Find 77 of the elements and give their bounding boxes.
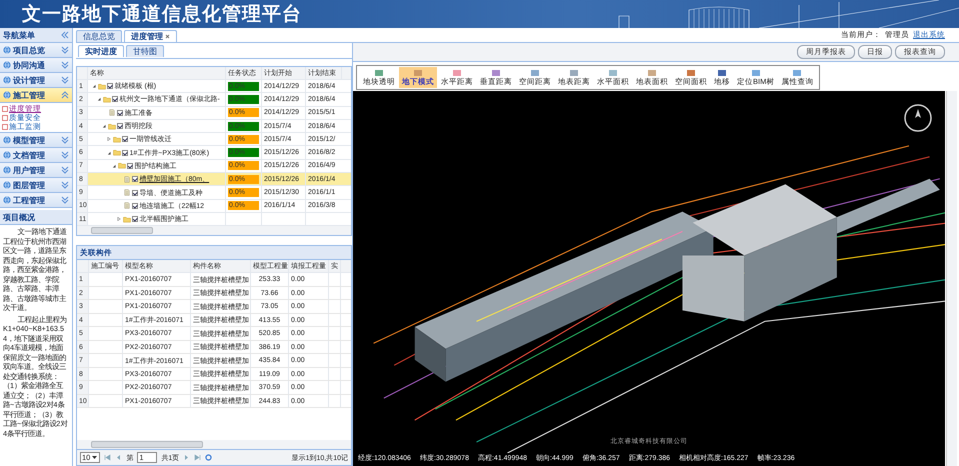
refresh-icon[interactable] <box>205 454 212 461</box>
nav-title: 导航菜单 <box>3 30 35 40</box>
globe-icon <box>3 136 11 144</box>
expand-icon[interactable] <box>61 151 69 159</box>
collapsed-triangle-icon[interactable] <box>117 217 121 222</box>
tab[interactable]: 信息总览 <box>76 30 122 42</box>
folder-icon <box>122 216 130 223</box>
globe-icon <box>3 76 11 84</box>
tool-icon <box>374 68 384 77</box>
checkbox[interactable] <box>122 136 128 142</box>
checkbox[interactable] <box>132 176 138 182</box>
checkbox[interactable] <box>132 216 138 222</box>
collapsed-triangle-icon[interactable] <box>107 137 111 142</box>
compass-icon[interactable] <box>903 103 933 133</box>
tool-icon <box>792 68 802 77</box>
horizontal-scrollbar[interactable] <box>77 440 351 449</box>
collapse-icon[interactable] <box>61 91 69 99</box>
nav-item[interactable]: 工程管理 <box>0 193 72 208</box>
expand-icon[interactable] <box>61 196 69 204</box>
expanded-triangle-icon[interactable] <box>107 150 111 155</box>
nav-item[interactable]: 项目总览 <box>0 43 72 58</box>
nav-item[interactable]: 用户管理 <box>0 163 72 178</box>
globe-icon <box>3 91 11 99</box>
nav-item[interactable]: 设计管理 <box>0 73 72 88</box>
tool-icon <box>647 68 657 77</box>
tool-icon <box>491 68 501 77</box>
nav-item[interactable]: 文档管理 <box>0 148 72 163</box>
nav-item[interactable]: 模型管理 <box>0 133 72 148</box>
expanded-triangle-icon[interactable] <box>112 164 116 168</box>
expand-icon[interactable] <box>61 76 69 84</box>
checkbox[interactable] <box>107 83 113 90</box>
document-icon <box>108 109 116 116</box>
tool-icon <box>413 68 423 77</box>
expand-icon[interactable] <box>61 136 69 144</box>
expand-icon[interactable] <box>61 61 69 69</box>
tool-icon <box>569 68 579 77</box>
tool-icon <box>452 68 462 77</box>
app-title: 文一路地下通道信息化管理平台 <box>21 2 302 27</box>
tool-icon <box>686 68 696 77</box>
expand-icon[interactable] <box>61 46 69 54</box>
checkbox[interactable] <box>127 162 133 169</box>
checkbox[interactable] <box>122 150 128 156</box>
expanded-triangle-icon[interactable] <box>92 84 96 88</box>
expand-icon[interactable] <box>61 166 69 174</box>
globe-icon <box>3 151 11 159</box>
globe-icon <box>3 196 11 204</box>
nav-item[interactable]: 协同沟通 <box>0 58 72 73</box>
tool-icon <box>750 68 761 77</box>
checkbox[interactable] <box>117 123 123 130</box>
nav-item[interactable]: 图层管理 <box>0 178 72 193</box>
horizontal-scrollbar[interactable] <box>77 226 351 236</box>
document-icon <box>122 176 130 183</box>
tab[interactable]: 实时进度 <box>78 45 124 57</box>
collapse-icon[interactable] <box>61 31 69 39</box>
close-icon[interactable] <box>165 34 170 39</box>
vertical-scrollbar[interactable] <box>946 91 957 466</box>
document-icon <box>122 202 130 210</box>
globe-icon <box>3 46 11 54</box>
nav-item[interactable]: 施工管理 <box>0 88 72 103</box>
tool-icon <box>608 68 618 77</box>
checkbox[interactable] <box>117 110 123 116</box>
expanded-triangle-icon[interactable] <box>97 97 101 102</box>
tab[interactable]: 进度管理 <box>124 30 177 42</box>
document-icon <box>122 189 130 196</box>
dropdown-arrow-icon[interactable] <box>91 454 98 461</box>
expand-icon[interactable] <box>61 181 69 189</box>
checkbox[interactable] <box>112 96 118 102</box>
checkbox[interactable] <box>132 190 138 196</box>
overview-title: 项目概况 <box>0 210 72 225</box>
tool-icon <box>717 68 727 77</box>
globe-icon <box>3 166 11 174</box>
globe-icon <box>3 181 11 189</box>
checkbox[interactable] <box>132 202 138 209</box>
tool-icon <box>530 68 540 77</box>
expanded-triangle-icon[interactable] <box>102 124 106 128</box>
tab[interactable]: 甘特图 <box>126 45 164 57</box>
globe-icon <box>3 61 11 69</box>
